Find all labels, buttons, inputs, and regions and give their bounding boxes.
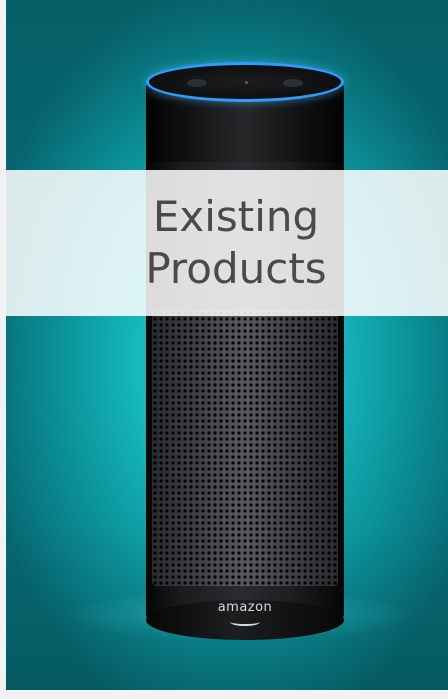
mute-button-icon (283, 79, 303, 87)
product-card[interactable]: amazon Existing Products (0, 0, 448, 699)
microphone-dot-icon (245, 81, 248, 84)
card-title: Existing Products (145, 192, 327, 293)
title-banner: Existing Products (6, 170, 448, 316)
bottom-border (0, 690, 448, 699)
brand-label: amazon (217, 600, 273, 615)
speaker-upper-band (146, 100, 344, 162)
product-image-echo-speaker: amazon (146, 62, 344, 642)
amazon-smile-logo-icon (230, 618, 260, 626)
speaker-grille (152, 310, 338, 586)
left-border (0, 0, 6, 699)
light-ring-icon (146, 62, 344, 102)
action-button-icon (187, 79, 207, 87)
